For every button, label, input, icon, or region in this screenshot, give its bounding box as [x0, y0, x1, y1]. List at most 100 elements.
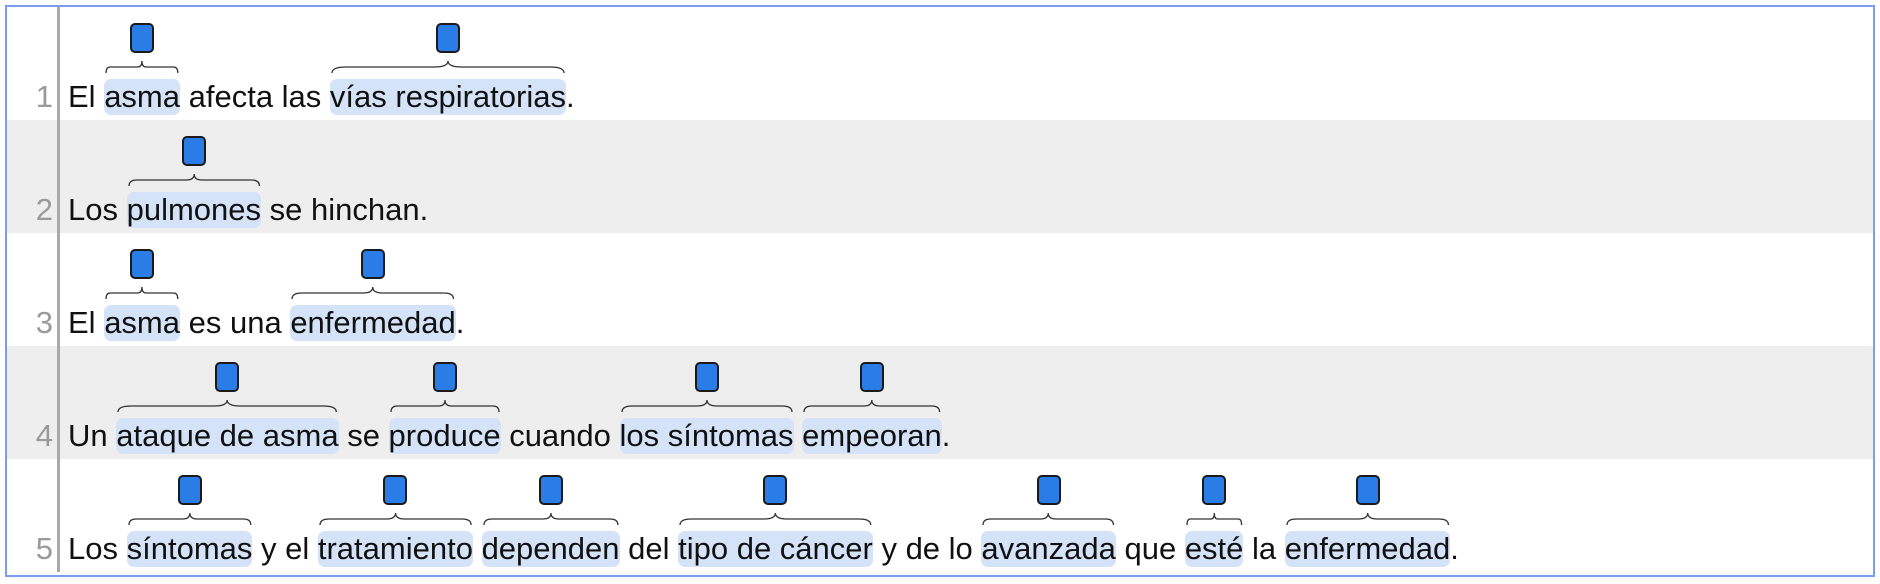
annotation-marker-icon[interactable]	[538, 475, 563, 505]
sentence-text: El asma afecta las vías respiratorias.	[68, 23, 575, 115]
plain-text: .	[941, 418, 951, 453]
plain-text: Los	[68, 192, 127, 227]
plain-text: se hinchan.	[261, 192, 429, 227]
annotated-span-text: los síntomas	[619, 418, 794, 453]
annotated-span-text: avanzada	[981, 531, 1116, 566]
annotated-span-text: asma	[104, 305, 180, 340]
line-number: 3	[35, 305, 53, 340]
curly-brace-icon	[680, 513, 871, 525]
annotation-marker-icon[interactable]	[177, 475, 202, 505]
plain-text: cuando	[500, 418, 620, 453]
plain-text: la	[1243, 531, 1285, 566]
plain-text: .	[1450, 531, 1459, 566]
annotation-marker-icon[interactable]	[435, 23, 460, 53]
annotation-marker-icon[interactable]	[1355, 475, 1380, 505]
curly-brace-icon	[292, 287, 453, 299]
annotated-span[interactable]: asma	[104, 23, 180, 115]
curly-brace-icon	[106, 287, 178, 299]
annotated-span[interactable]: empeoran	[802, 362, 942, 454]
plain-text: Un	[68, 418, 117, 453]
plain-text: afecta las	[180, 79, 330, 114]
sentence-row: 5 Los síntomas y el tratamiento dependen …	[7, 459, 1873, 572]
annotated-span-text: produce	[388, 418, 501, 453]
annotation-marker-icon[interactable]	[181, 136, 206, 166]
annotated-span[interactable]: pulmones	[126, 136, 262, 228]
annotated-span-text: enfermedad	[290, 305, 456, 340]
plain-text	[794, 418, 803, 454]
curly-brace-icon	[391, 400, 499, 412]
sentence-row: 2 Los pulmones se hinchan.	[7, 120, 1873, 233]
sentence-row: 3 El asma es una enfermedad.	[7, 233, 1873, 346]
gutter-divider	[57, 233, 60, 346]
annotated-span[interactable]: avanzada	[981, 475, 1116, 567]
curly-brace-icon	[484, 513, 618, 525]
annotation-marker-icon[interactable]	[130, 249, 155, 279]
annotated-span[interactable]: vías respiratorias	[329, 23, 566, 115]
line-number: 5	[35, 531, 53, 566]
annotation-marker-icon[interactable]	[694, 362, 719, 392]
annotation-marker-icon[interactable]	[763, 475, 788, 505]
line-number: 1	[35, 79, 53, 114]
annotated-span[interactable]: esté	[1184, 475, 1244, 567]
plain-text: del	[619, 531, 679, 566]
annotation-marker-icon[interactable]	[130, 23, 155, 53]
curly-brace-icon	[118, 400, 336, 412]
curly-brace-icon	[106, 61, 178, 73]
gutter-divider	[57, 346, 60, 459]
annotation-marker-icon[interactable]	[859, 362, 884, 392]
annotation-marker-icon[interactable]	[215, 362, 240, 392]
annotated-span-text: pulmones	[126, 192, 262, 227]
curly-brace-icon	[1187, 513, 1242, 525]
curly-brace-icon	[983, 513, 1113, 525]
curly-brace-icon	[1287, 513, 1448, 525]
annotated-span[interactable]: ataque de asma	[116, 362, 339, 454]
gutter-divider	[57, 7, 60, 120]
annotated-span[interactable]: produce	[388, 362, 501, 454]
annotated-span-text: dependen	[481, 531, 620, 566]
sentence-text: Los pulmones se hinchan.	[68, 136, 429, 228]
curly-brace-icon	[332, 61, 564, 73]
sentence-row: 4 Un ataque de asma se produce cuando los…	[7, 346, 1873, 459]
plain-text	[473, 531, 482, 567]
annotated-span-text: tipo de cáncer	[678, 531, 873, 566]
annotated-span[interactable]: síntomas	[126, 475, 253, 567]
curly-brace-icon	[622, 400, 792, 412]
annotation-marker-icon[interactable]	[432, 362, 457, 392]
plain-text: .	[455, 305, 465, 340]
annotated-span[interactable]: los síntomas	[619, 362, 794, 454]
line-number: 4	[35, 418, 53, 453]
sentence-text: Los síntomas y el tratamiento dependen d…	[68, 475, 1459, 567]
annotated-span[interactable]: tratamiento	[317, 475, 473, 567]
annotation-marker-icon[interactable]	[1036, 475, 1061, 505]
annotation-panel: 1 El asma afecta las vías respiratorias. 2…	[5, 5, 1875, 577]
annotated-span-text: enfermedad	[1284, 531, 1451, 566]
annotated-span-text: empeoran	[802, 418, 942, 453]
annotated-span-text: síntomas	[126, 531, 253, 566]
annotated-span[interactable]: enfermedad	[290, 249, 456, 341]
annotated-span[interactable]: asma	[104, 249, 180, 341]
plain-text: .	[565, 79, 575, 114]
plain-text: es una	[180, 305, 291, 340]
plain-text: y de lo	[872, 531, 982, 566]
sentence-row: 1 El asma afecta las vías respiratorias.	[7, 7, 1873, 120]
gutter-divider	[57, 120, 60, 233]
plain-text: que	[1115, 531, 1185, 566]
annotation-marker-icon[interactable]	[361, 249, 386, 279]
curly-brace-icon	[129, 513, 251, 525]
line-number: 2	[35, 192, 53, 227]
sentence-text: Un ataque de asma se produce cuando los …	[68, 362, 951, 454]
annotated-span[interactable]: enfermedad	[1284, 475, 1451, 567]
plain-text: El	[68, 305, 105, 340]
annotated-span-text: ataque de asma	[116, 418, 339, 453]
annotation-marker-icon[interactable]	[1202, 475, 1227, 505]
annotated-span[interactable]: dependen	[481, 475, 620, 567]
annotated-span-text: esté	[1184, 531, 1244, 566]
curly-brace-icon	[129, 174, 259, 186]
plain-text: El	[68, 79, 105, 114]
annotated-span[interactable]: tipo de cáncer	[678, 475, 873, 567]
plain-text: Los	[68, 531, 127, 566]
annotated-span-text: asma	[104, 79, 180, 114]
plain-text: y el	[252, 531, 318, 566]
annotation-marker-icon[interactable]	[383, 475, 408, 505]
curly-brace-icon	[320, 513, 471, 525]
